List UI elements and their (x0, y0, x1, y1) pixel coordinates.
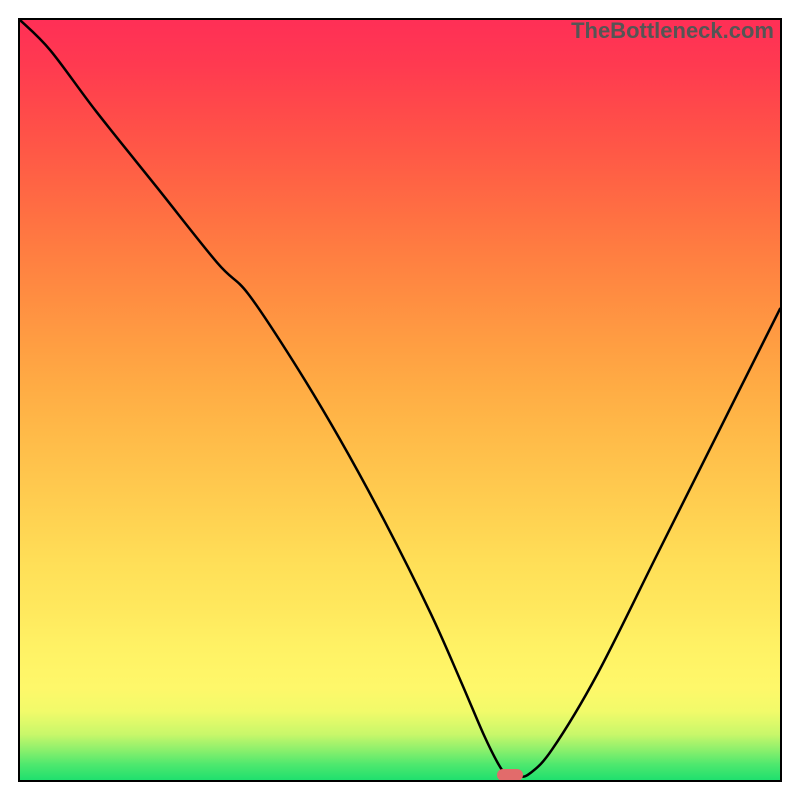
bottleneck-curve (20, 20, 780, 780)
optimal-point-marker (497, 769, 523, 781)
chart-frame: TheBottleneck.com (0, 0, 800, 800)
plot-area: TheBottleneck.com (18, 18, 782, 782)
